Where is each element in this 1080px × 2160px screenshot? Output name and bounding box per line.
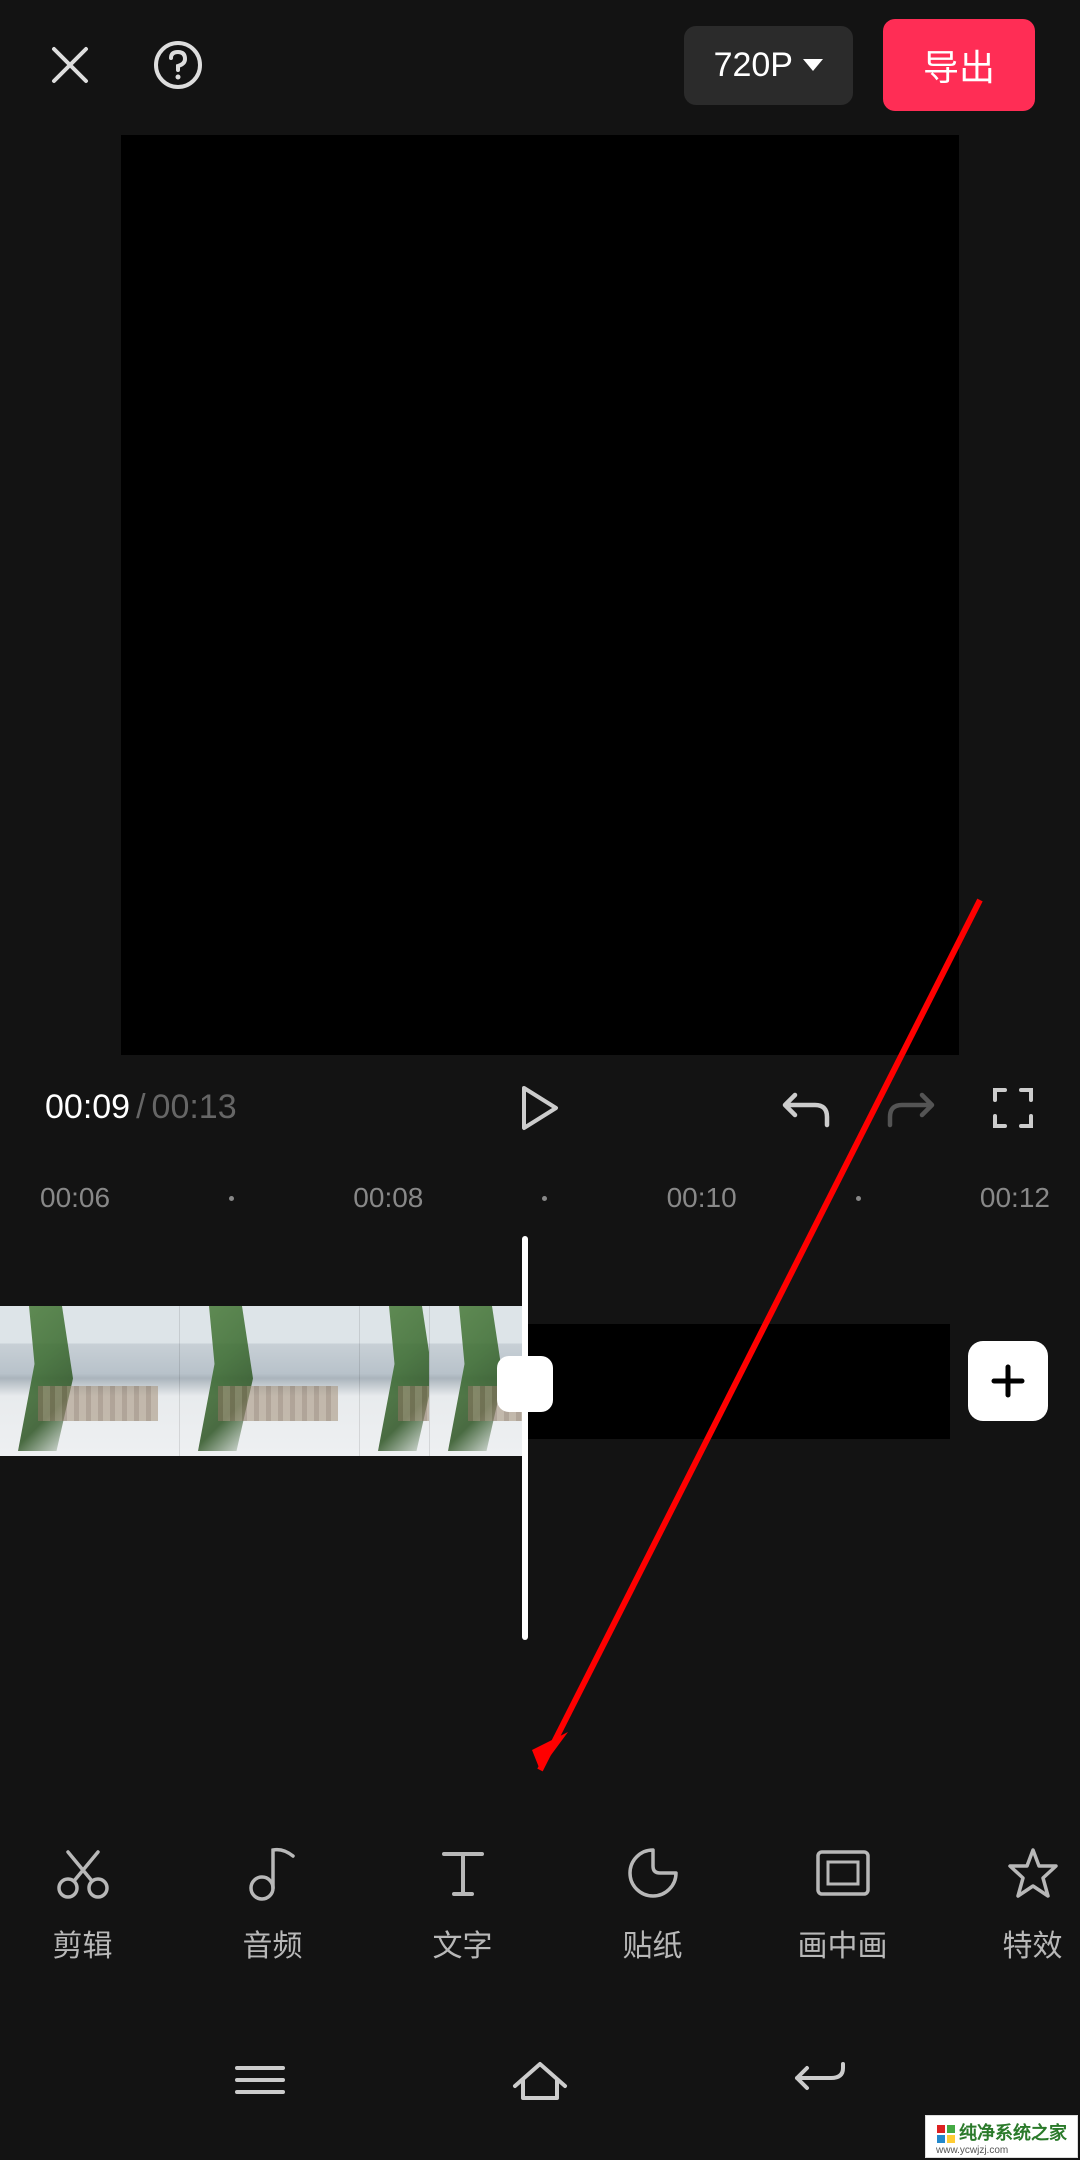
watermark-text: 纯净系统之家: [959, 2123, 1067, 2143]
tool-label: 文字: [433, 1921, 493, 1965]
redo-button[interactable]: [886, 1087, 936, 1129]
tool-text[interactable]: 文字: [415, 1843, 510, 1965]
bottom-toolbar: 剪辑 音频 文字 贴纸: [0, 1843, 1080, 1965]
undo-button[interactable]: [781, 1087, 831, 1129]
tool-label: 贴纸: [623, 1921, 683, 1965]
time-current: 00:09: [45, 1088, 130, 1127]
play-button[interactable]: [520, 1084, 560, 1132]
ruler-dot: [229, 1196, 234, 1201]
menu-icon: [233, 2062, 287, 2098]
ruler-dot: [856, 1196, 861, 1201]
play-icon: [520, 1084, 560, 1132]
resolution-label: 720P: [714, 46, 793, 85]
pip-icon: [813, 1843, 873, 1903]
help-icon: [153, 40, 203, 90]
help-button[interactable]: [150, 38, 205, 93]
video-track[interactable]: [0, 1306, 525, 1456]
time-separator: /: [136, 1088, 145, 1127]
text-icon: [433, 1843, 493, 1903]
add-clip-button[interactable]: [968, 1341, 1048, 1421]
ruler-tick: 00:12: [980, 1182, 1050, 1214]
tool-label: 剪辑: [53, 1921, 113, 1965]
clip-thumbnail[interactable]: [180, 1306, 360, 1456]
clip-thumbnail[interactable]: [360, 1306, 430, 1456]
watermark-url: www.ycwjzj.com: [936, 2145, 1067, 2156]
plus-icon: [988, 1361, 1028, 1401]
system-nav-bar: [0, 2030, 1080, 2130]
video-preview[interactable]: [121, 135, 959, 1055]
watermark: 纯净系统之家 www.ycwjzj.com: [925, 2115, 1078, 2158]
player-controls: 00:09 / 00:13: [0, 1055, 1080, 1160]
tool-pip[interactable]: 画中画: [795, 1843, 890, 1965]
redo-icon: [886, 1087, 936, 1129]
header: 720P 导出: [0, 0, 1080, 130]
ruler-tick: 00:06: [40, 1182, 110, 1214]
star-icon: [1003, 1843, 1063, 1903]
undo-icon: [781, 1087, 831, 1129]
close-icon: [49, 44, 91, 86]
tool-audio[interactable]: 音频: [225, 1843, 320, 1965]
resolution-button[interactable]: 720P: [684, 26, 853, 105]
export-label: 导出: [923, 47, 995, 88]
nav-menu-button[interactable]: [220, 2055, 300, 2105]
tool-effects[interactable]: 特效: [985, 1843, 1080, 1965]
fullscreen-icon: [991, 1086, 1035, 1130]
back-icon: [791, 2060, 849, 2100]
home-icon: [511, 2058, 569, 2102]
chevron-down-icon: [803, 59, 823, 71]
export-button[interactable]: 导出: [883, 19, 1035, 111]
clip-thumbnail[interactable]: [0, 1306, 180, 1456]
tool-edit[interactable]: 剪辑: [35, 1843, 130, 1965]
tool-sticker[interactable]: 贴纸: [605, 1843, 700, 1965]
close-button[interactable]: [45, 40, 95, 90]
playhead-handle[interactable]: [497, 1356, 553, 1412]
ruler-tick: 00:10: [667, 1182, 737, 1214]
timeline-ruler[interactable]: 00:06 00:08 00:10 00:12: [0, 1160, 1080, 1236]
scissors-icon: [53, 1843, 113, 1903]
nav-back-button[interactable]: [780, 2055, 860, 2105]
fullscreen-button[interactable]: [991, 1086, 1035, 1130]
ruler-tick: 00:08: [353, 1182, 423, 1214]
time-total: 00:13: [152, 1088, 237, 1127]
nav-home-button[interactable]: [500, 2055, 580, 2105]
timeline[interactable]: [0, 1236, 1080, 1640]
watermark-logo-icon: [936, 2124, 956, 2144]
ruler-dot: [542, 1196, 547, 1201]
playhead[interactable]: [522, 1236, 528, 1640]
tool-label: 画中画: [798, 1921, 888, 1965]
tool-label: 音频: [243, 1921, 303, 1965]
music-note-icon: [243, 1843, 303, 1903]
empty-track[interactable]: [525, 1324, 950, 1439]
sticker-icon: [623, 1843, 683, 1903]
tool-label: 特效: [1003, 1921, 1063, 1965]
